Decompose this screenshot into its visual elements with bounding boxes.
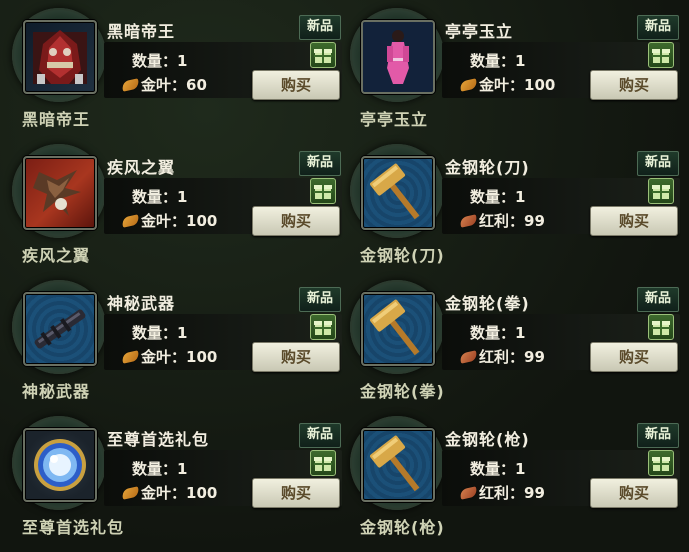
item-caption: 神秘武器 xyxy=(22,382,91,401)
buy-button[interactable]: 购买 xyxy=(252,342,340,372)
golden-hammer-icon[interactable] xyxy=(361,428,435,502)
item-name: 黑暗帝王 xyxy=(107,22,176,41)
buy-button[interactable]: 购买 xyxy=(590,206,678,236)
shop-item-card: 金钢轮(刀) 数量：1 红利： 99 新品 购买 金钢轮(刀) xyxy=(350,144,680,274)
item-shop-grid: 黑暗帝王 数量：1 金叶： 60 新品 购买 黑暗帝王 亭亭玉立 数量：1 金叶： xyxy=(0,0,689,552)
item-price: 金叶： 60 xyxy=(121,74,207,95)
item-name: 神秘武器 xyxy=(107,294,176,313)
item-icon-ring xyxy=(12,416,106,510)
shop-item-card: 至尊首选礼包 数量：1 金叶： 100 新品 购买 至尊首选礼包 xyxy=(12,416,342,546)
buy-button[interactable]: 购买 xyxy=(590,70,678,100)
bonus-leaf-icon xyxy=(459,485,478,500)
new-badge: 新品 xyxy=(299,15,341,40)
eagle-wing-icon[interactable] xyxy=(23,156,97,230)
item-price: 红利： 99 xyxy=(459,482,545,503)
bonus-leaf-icon xyxy=(459,213,478,228)
pink-dress-outfit-icon[interactable] xyxy=(361,20,435,94)
item-caption: 金钢轮(拳) xyxy=(360,382,445,401)
item-icon-ring xyxy=(350,416,444,510)
buy-button[interactable]: 购买 xyxy=(590,478,678,508)
buy-button[interactable]: 购买 xyxy=(252,478,340,508)
item-price: 金叶： 100 xyxy=(459,74,555,95)
item-price: 金叶： 100 xyxy=(121,210,217,231)
item-quantity: 数量：1 xyxy=(470,188,526,206)
item-name: 金钢轮(枪) xyxy=(445,430,530,449)
shop-item-card: 金钢轮(枪) 数量：1 红利： 99 新品 购买 金钢轮(枪) xyxy=(350,416,680,546)
item-price: 金叶： 100 xyxy=(121,346,217,367)
item-icon-ring xyxy=(12,8,106,102)
new-badge: 新品 xyxy=(299,287,341,312)
dark-emperor-mount-icon[interactable] xyxy=(23,20,97,94)
gold-leaf-icon xyxy=(121,485,140,500)
shop-item-card: 疾风之翼 数量：1 金叶： 100 新品 购买 疾风之翼 xyxy=(12,144,342,274)
buy-button[interactable]: 购买 xyxy=(252,206,340,236)
item-quantity: 数量：1 xyxy=(132,460,188,478)
item-quantity: 数量：1 xyxy=(470,324,526,342)
item-caption: 黑暗帝王 xyxy=(22,110,91,129)
gift-icon[interactable] xyxy=(310,42,336,68)
gift-icon[interactable] xyxy=(648,42,674,68)
item-icon-ring xyxy=(350,8,444,102)
item-price: 红利： 99 xyxy=(459,210,545,231)
item-icon-ring xyxy=(350,144,444,238)
golden-hammer-icon[interactable] xyxy=(361,156,435,230)
new-badge: 新品 xyxy=(637,151,679,176)
item-name: 至尊首选礼包 xyxy=(107,430,210,449)
golden-hammer-icon[interactable] xyxy=(361,292,435,366)
item-quantity: 数量：1 xyxy=(132,52,188,70)
buy-button[interactable]: 购买 xyxy=(252,70,340,100)
gift-icon[interactable] xyxy=(648,314,674,340)
gold-leaf-icon xyxy=(121,77,140,92)
item-caption: 金钢轮(枪) xyxy=(360,518,445,537)
new-badge: 新品 xyxy=(637,423,679,448)
item-price: 金叶： 100 xyxy=(121,482,217,503)
blue-orb-gift-icon[interactable] xyxy=(23,428,97,502)
gold-leaf-icon xyxy=(459,77,478,92)
gift-icon[interactable] xyxy=(648,450,674,476)
item-caption: 亭亭玉立 xyxy=(360,110,429,129)
item-icon-ring xyxy=(12,280,106,374)
item-quantity: 数量：1 xyxy=(132,188,188,206)
shop-item-card: 黑暗帝王 数量：1 金叶： 60 新品 购买 黑暗帝王 xyxy=(12,8,342,138)
new-badge: 新品 xyxy=(299,423,341,448)
shop-item-card: 亭亭玉立 数量：1 金叶： 100 新品 购买 亭亭玉立 xyxy=(350,8,680,138)
item-icon-ring xyxy=(350,280,444,374)
shop-item-card: 金钢轮(拳) 数量：1 红利： 99 新品 购买 金钢轮(拳) xyxy=(350,280,680,410)
item-caption: 金钢轮(刀) xyxy=(360,246,445,265)
gift-icon[interactable] xyxy=(648,178,674,204)
item-name: 亭亭玉立 xyxy=(445,22,514,41)
gift-icon[interactable] xyxy=(310,178,336,204)
mystery-weapon-icon[interactable] xyxy=(23,292,97,366)
item-quantity: 数量：1 xyxy=(470,460,526,478)
item-price: 红利： 99 xyxy=(459,346,545,367)
gift-icon[interactable] xyxy=(310,450,336,476)
bonus-leaf-icon xyxy=(459,349,478,364)
item-quantity: 数量：1 xyxy=(470,52,526,70)
item-name: 金钢轮(刀) xyxy=(445,158,530,177)
item-icon-ring xyxy=(12,144,106,238)
item-caption: 至尊首选礼包 xyxy=(22,518,125,537)
gold-leaf-icon xyxy=(121,213,140,228)
item-quantity: 数量：1 xyxy=(132,324,188,342)
item-name: 金钢轮(拳) xyxy=(445,294,530,313)
buy-button[interactable]: 购买 xyxy=(590,342,678,372)
shop-item-card: 神秘武器 数量：1 金叶： 100 新品 购买 神秘武器 xyxy=(12,280,342,410)
gold-leaf-icon xyxy=(121,349,140,364)
gift-icon[interactable] xyxy=(310,314,336,340)
item-name: 疾风之翼 xyxy=(107,158,176,177)
new-badge: 新品 xyxy=(637,287,679,312)
new-badge: 新品 xyxy=(637,15,679,40)
item-caption: 疾风之翼 xyxy=(22,246,91,265)
new-badge: 新品 xyxy=(299,151,341,176)
